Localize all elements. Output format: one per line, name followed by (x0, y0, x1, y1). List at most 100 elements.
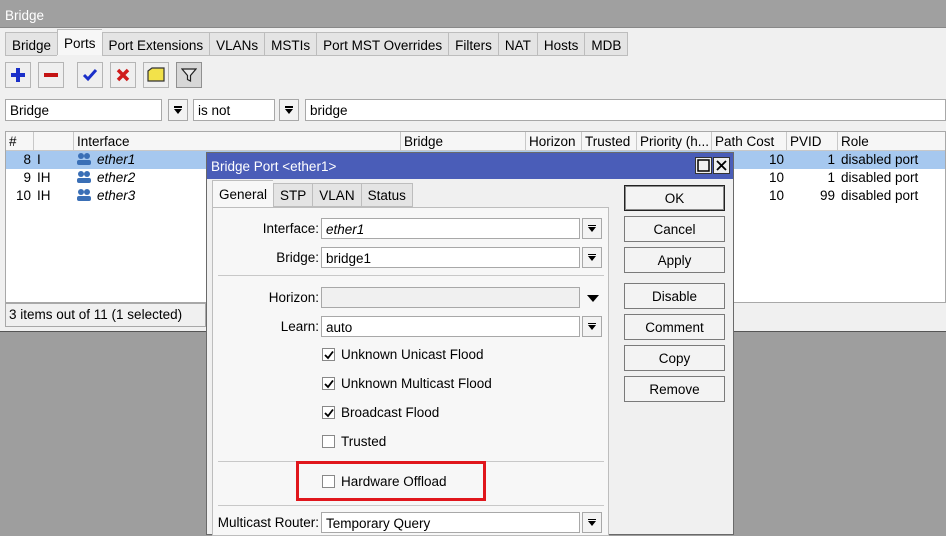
disable-button[interactable] (110, 62, 136, 88)
row-pvid: 99 (819, 188, 835, 203)
horizon-expand-icon[interactable] (587, 295, 599, 302)
tab-filters[interactable]: Filters (448, 32, 498, 56)
tab-stp[interactable]: STP (273, 183, 313, 207)
col-header-horizon[interactable]: Horizon (526, 132, 582, 151)
close-icon (716, 160, 727, 171)
filter-bar: Bridge is not bridge (5, 99, 946, 121)
col-header-bridge[interactable]: Bridge (401, 132, 526, 151)
maximize-button[interactable] (695, 157, 712, 174)
multicast-router-label: Multicast Router: (217, 515, 319, 530)
tab-bridge[interactable]: Bridge (5, 32, 58, 56)
multicast-router-select[interactable]: Temporary Query (321, 512, 580, 533)
learn-label: Learn: (280, 319, 319, 334)
filter-button[interactable] (176, 62, 202, 88)
close-button[interactable] (713, 157, 730, 174)
col-header-interface[interactable]: Interface (74, 132, 401, 151)
apply-button[interactable]: Apply (624, 247, 725, 273)
bridge-label: Bridge: (276, 250, 319, 265)
bridge-dropdown[interactable] (582, 247, 602, 268)
row-num: 10 (15, 188, 31, 203)
separator (218, 505, 604, 506)
row-role: disabled port (841, 170, 919, 185)
col-header-path-cost[interactable]: Path Cost (712, 132, 787, 151)
maximize-icon (697, 159, 710, 172)
interface-icon (74, 169, 92, 187)
learn-select[interactable]: auto (321, 316, 580, 337)
separator (218, 275, 604, 276)
row-pvid: 1 (827, 152, 835, 167)
checkmark-icon (324, 408, 334, 418)
checkmark-icon (324, 379, 334, 389)
tab-port-mst-overrides[interactable]: Port MST Overrides (316, 32, 449, 56)
chevron-down-icon (588, 518, 596, 527)
tab-mstis[interactable]: MSTIs (264, 32, 317, 56)
col-header-priority[interactable]: Priority (h... (637, 132, 712, 151)
col-header-pvid[interactable]: PVID (787, 132, 838, 151)
hardware-offload-highlight (296, 461, 486, 501)
tab-vlans[interactable]: VLANs (209, 32, 265, 56)
learn-dropdown[interactable] (582, 316, 602, 337)
col-header-flags[interactable] (34, 132, 74, 151)
remove-button[interactable]: Remove (624, 376, 725, 402)
broadcast-flood-label: Broadcast Flood (341, 405, 440, 420)
filter-icon (181, 68, 197, 82)
col-header-trusted[interactable]: Trusted (582, 132, 637, 151)
checkmark-icon (324, 350, 334, 360)
comment-button[interactable] (143, 62, 169, 88)
row-role: disabled port (841, 188, 919, 203)
comment-button[interactable]: Comment (624, 314, 725, 340)
bridge-select[interactable]: bridge1 (321, 247, 580, 268)
tab-status[interactable]: Status (360, 183, 413, 207)
remove-button[interactable] (38, 62, 64, 88)
filter-value-input[interactable]: bridge (305, 99, 946, 121)
remove-icon (44, 73, 58, 77)
tab-ports[interactable]: Ports (57, 29, 102, 55)
horizon-input[interactable] (321, 287, 580, 308)
tab-general[interactable]: General (212, 180, 274, 207)
interface-icon (74, 187, 92, 205)
trusted-checkbox[interactable] (322, 435, 335, 448)
chevron-down-icon (285, 106, 293, 114)
disable-button[interactable]: Disable (624, 283, 725, 309)
interface-label: Interface: (262, 221, 319, 236)
status-bar: 3 items out of 11 (1 selected) (5, 303, 206, 327)
col-header-num[interactable]: # (6, 132, 34, 151)
horizon-label: Horizon: (268, 290, 319, 305)
disable-icon (116, 68, 130, 82)
row-flags: IH (37, 170, 51, 185)
enable-button[interactable] (77, 62, 103, 88)
ok-button[interactable]: OK (624, 185, 725, 211)
unknown-multicast-flood-label: Unknown Multicast Flood (341, 376, 492, 391)
row-flags: IH (37, 188, 51, 203)
unknown-unicast-flood-checkbox[interactable] (322, 348, 335, 361)
tab-vlan[interactable]: VLAN (312, 183, 361, 207)
filter-operator-dropdown[interactable] (279, 99, 299, 121)
cancel-button[interactable]: Cancel (624, 216, 725, 242)
chevron-down-icon (588, 253, 596, 262)
interface-select[interactable]: ether1 (321, 218, 580, 239)
col-header-role[interactable]: Role (838, 132, 945, 151)
interface-dropdown[interactable] (582, 218, 602, 239)
filter-field-dropdown[interactable] (168, 99, 188, 121)
add-icon (11, 68, 25, 82)
interface-icon (74, 151, 92, 169)
dialog-tab-bar: General STP VLAN Status (212, 180, 413, 207)
tab-port-extensions[interactable]: Port Extensions (101, 32, 210, 56)
comment-icon (147, 67, 165, 82)
tab-nat[interactable]: NAT (497, 32, 537, 56)
toolbar (5, 62, 202, 88)
row-pvid: 1 (827, 170, 835, 185)
row-role: disabled port (841, 152, 919, 167)
multicast-router-dropdown[interactable] (582, 512, 602, 533)
unknown-multicast-flood-checkbox[interactable] (322, 377, 335, 390)
filter-operator-select[interactable]: is not (193, 99, 275, 121)
unknown-unicast-flood-label: Unknown Unicast Flood (341, 347, 484, 362)
chevron-down-icon (588, 322, 596, 331)
trusted-label: Trusted (341, 434, 387, 449)
tab-mdb[interactable]: MDB (584, 32, 629, 56)
broadcast-flood-checkbox[interactable] (322, 406, 335, 419)
add-button[interactable] (5, 62, 31, 88)
filter-field-select[interactable]: Bridge (5, 99, 162, 121)
tab-hosts[interactable]: Hosts (536, 32, 585, 56)
copy-button[interactable]: Copy (624, 345, 725, 371)
